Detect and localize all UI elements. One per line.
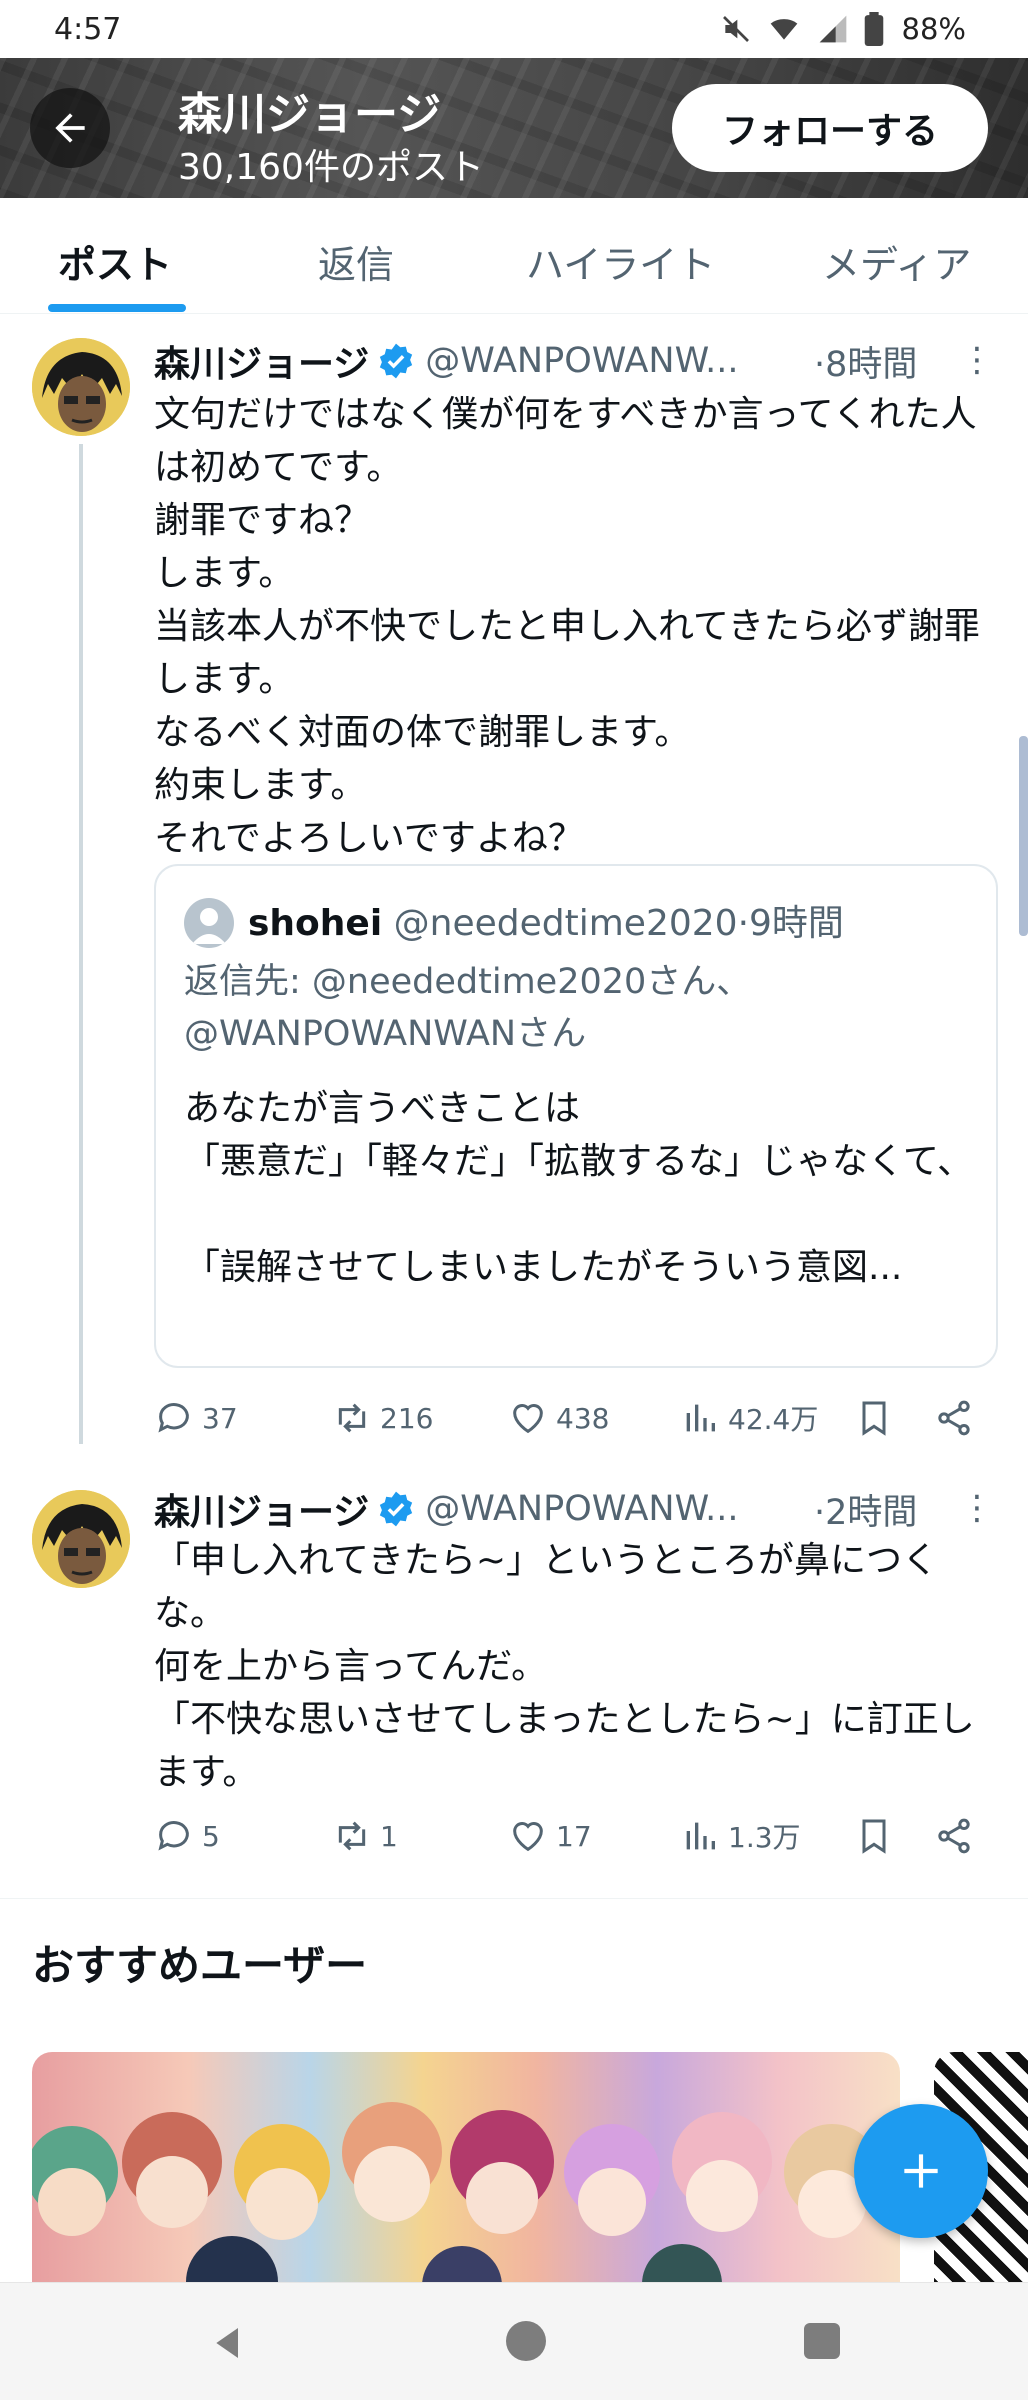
- post-time[interactable]: ·8時間: [814, 336, 917, 387]
- plus-icon: [904, 2154, 938, 2188]
- arrow-left-icon: [55, 113, 85, 143]
- repost-button[interactable]: 216: [332, 1388, 433, 1448]
- heart-icon: [513, 1404, 543, 1434]
- reply-icon: [158, 1403, 189, 1433]
- quote-time: ·9時間: [737, 903, 844, 944]
- like-button[interactable]: 17: [508, 1806, 592, 1866]
- reply-icon: [158, 1821, 189, 1851]
- tab-highlights[interactable]: ハイライト: [526, 234, 715, 289]
- reply-count: 5: [202, 1819, 220, 1853]
- repost-count: 216: [380, 1401, 434, 1435]
- share-icon: [938, 1818, 970, 1854]
- view-count: 42.4万: [728, 1403, 819, 1436]
- share-button[interactable]: [934, 1806, 974, 1866]
- repost-icon: [338, 1821, 366, 1851]
- tab-replies[interactable]: 返信: [318, 234, 394, 289]
- recommended-users-title: おすすめユーザー: [32, 1941, 368, 1990]
- heart-icon: [513, 1822, 543, 1852]
- battery-icon: [864, 12, 883, 46]
- manga-banner-image: [32, 2102, 880, 2292]
- repost-count: 1: [380, 1819, 398, 1853]
- avatar[interactable]: [32, 338, 130, 436]
- reply-button[interactable]: 37: [154, 1388, 238, 1448]
- more-options-icon[interactable]: ⋮: [960, 1488, 994, 1528]
- tweet-actions: 5 1 17 1.3万: [154, 1806, 994, 1866]
- repost-button[interactable]: 1: [332, 1806, 398, 1866]
- status-time: 4:57: [54, 12, 122, 47]
- view-count: 1.3万: [728, 1821, 801, 1854]
- active-tab-indicator: [48, 304, 186, 312]
- scrollbar[interactable]: [1019, 736, 1028, 936]
- views-chart-icon: [686, 1822, 715, 1850]
- nav-recents-icon[interactable]: [804, 2323, 840, 2359]
- nav-home-icon[interactable]: [506, 2321, 546, 2361]
- back-button[interactable]: [30, 88, 110, 168]
- profile-tabs: ポスト 返信 ハイライト メディア: [0, 198, 1028, 314]
- thread-line: [79, 444, 83, 1444]
- quote-header: shohei @neededtime2020·9時間: [248, 894, 844, 946]
- tab-posts[interactable]: ポスト: [58, 234, 172, 289]
- nav-back-icon[interactable]: [208, 2323, 248, 2363]
- author-name[interactable]: 森川ジョージ: [154, 1483, 369, 1535]
- status-icons: 88%: [720, 10, 966, 48]
- system-nav-bar: [0, 2282, 1028, 2400]
- verified-badge-icon: [380, 1491, 413, 1527]
- reply-count: 37: [202, 1401, 238, 1435]
- repost-icon: [338, 1403, 366, 1433]
- quote-reply-to: 返信先: @neededtime2020さん、 @WANPOWANWANさん: [184, 962, 752, 1054]
- bookmark-icon: [862, 1819, 886, 1854]
- bookmark-button[interactable]: [854, 1806, 894, 1866]
- more-options-icon[interactable]: ⋮: [960, 340, 994, 380]
- like-button[interactable]: 438: [508, 1388, 609, 1448]
- quoted-tweet[interactable]: shohei @neededtime2020·9時間 返信先: @neededt…: [154, 864, 998, 1368]
- battery-percent: 88%: [901, 12, 966, 46]
- quote-avatar: [184, 898, 234, 948]
- compose-post-button[interactable]: [854, 2104, 988, 2238]
- author-handle[interactable]: @WANPOWANW...: [425, 341, 738, 381]
- profile-header: 森川ジョージ 30,160件のポスト フォローする: [0, 58, 1028, 198]
- quote-author-name: shohei: [248, 903, 383, 944]
- tweet-text: 文句だけではなく僕が何をすべきか言ってくれた人は初めてです。 謝罪ですね？ しま…: [154, 394, 980, 859]
- quote-text: あなたが言うべきことは 「悪意だ」「軽々だ」「拡散するな」じゃなくて、 「誤解さ…: [184, 1088, 974, 1288]
- profile-name: 森川ジョージ: [178, 89, 442, 140]
- share-button[interactable]: [934, 1388, 974, 1448]
- like-count: 438: [556, 1401, 610, 1435]
- mute-icon: [722, 16, 749, 42]
- reply-button[interactable]: 5: [154, 1806, 220, 1866]
- bookmark-icon: [862, 1401, 886, 1436]
- quote-author-handle: @neededtime2020: [393, 903, 738, 944]
- tweet-header: 森川ジョージ @WANPOWANW... ·2時間: [154, 1483, 917, 1535]
- status-bar: 4:57 88%: [0, 0, 1028, 58]
- views-button[interactable]: 1.3万: [680, 1806, 801, 1866]
- signal-icon: [819, 15, 846, 43]
- views-button[interactable]: 42.4万: [680, 1388, 818, 1448]
- author-handle[interactable]: @WANPOWANW...: [425, 1489, 738, 1529]
- author-name[interactable]: 森川ジョージ: [154, 335, 369, 387]
- follow-button[interactable]: フォローする: [672, 84, 988, 172]
- bookmark-button[interactable]: [854, 1388, 894, 1448]
- share-icon: [938, 1400, 970, 1436]
- views-chart-icon: [686, 1404, 715, 1432]
- avatar[interactable]: [32, 1490, 130, 1588]
- tweet-actions: 37 216 438 42.4万: [154, 1388, 994, 1448]
- wifi-icon: [770, 19, 797, 40]
- tab-media[interactable]: メディア: [822, 234, 971, 289]
- post-count: 30,160件のポスト: [178, 147, 484, 188]
- section-divider: [0, 1898, 1028, 1899]
- tweet-header: 森川ジョージ @WANPOWANW... ·8時間: [154, 335, 917, 387]
- like-count: 17: [556, 1819, 592, 1853]
- recommended-user-card[interactable]: [32, 2052, 900, 2292]
- tweet-text: 「申し入れてきたら~」というところが鼻につくな。 何を上から言ってんだ。 「不快…: [154, 1540, 975, 1793]
- post-time[interactable]: ·2時間: [814, 1484, 917, 1535]
- verified-badge-icon: [380, 343, 413, 379]
